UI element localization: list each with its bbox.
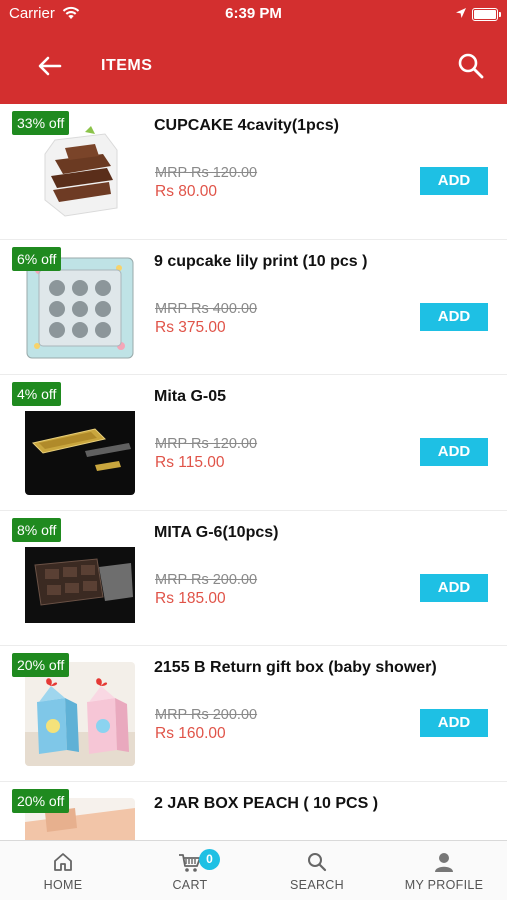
tab-home[interactable]: HOME	[0, 841, 126, 900]
product-name[interactable]: 2 JAR BOX PEACH ( 10 PCS )	[154, 795, 378, 813]
location-arrow-icon	[456, 8, 466, 18]
product-item[interactable]: 8% off MITA G-6(10pcs) MRP Rs 200.00 Rs …	[0, 511, 507, 647]
discount-badge: 8% off	[12, 517, 62, 542]
product-name[interactable]: 2155 B Return gift box (baby shower)	[154, 659, 437, 677]
product-image[interactable]	[25, 662, 135, 767]
status-bar: Carrier 6:39 PM	[0, 0, 507, 28]
cart-count-badge: 0	[199, 849, 220, 870]
product-price: Rs 185.00	[155, 589, 226, 607]
discount-badge: 20% off	[12, 653, 70, 678]
product-mrp: MRP Rs 120.00	[155, 436, 258, 453]
add-to-cart-button[interactable]: ADD	[420, 167, 488, 195]
product-item[interactable]: 4% off Mita G-05 MRP Rs 120.00 Rs 115.00…	[0, 375, 507, 511]
status-time: 6:39 PM	[225, 5, 282, 22]
product-price: Rs 80.00	[155, 183, 218, 200]
tab-search[interactable]: SEARCH	[254, 841, 380, 900]
discount-badge: 33% off	[12, 111, 70, 135]
discount-badge: 20% off	[12, 788, 70, 813]
product-item[interactable]: 20% off 2155 B Return gift box (baby sho…	[0, 646, 507, 782]
add-to-cart-button[interactable]: ADD	[420, 573, 488, 602]
product-item[interactable]: 6% off 9 cupcake lily print (10 pcs ) MR…	[0, 240, 507, 376]
product-name[interactable]: MITA G-6(10pcs)	[154, 524, 278, 542]
product-item[interactable]: 33% off CUPCAKE 4cavity(1pcs) MRP Rs 120…	[0, 104, 507, 240]
product-mrp: MRP Rs 200.00	[155, 707, 258, 724]
discount-badge: 4% off	[12, 382, 62, 407]
product-mrp: MRP Rs 200.00	[155, 571, 258, 588]
home-icon	[54, 853, 72, 871]
discount-badge: 6% off	[12, 246, 62, 271]
arrow-left-icon[interactable]	[36, 52, 64, 80]
profile-icon	[435, 853, 453, 872]
page-title: ITEMS	[101, 57, 153, 74]
battery-icon	[472, 8, 501, 21]
add-to-cart-button[interactable]: ADD	[420, 438, 488, 467]
product-list[interactable]: 33% off CUPCAKE 4cavity(1pcs) MRP Rs 120…	[0, 104, 507, 840]
product-name[interactable]: 9 cupcake lily print (10 pcs )	[154, 253, 367, 271]
product-image[interactable]	[25, 527, 135, 631]
tab-cart-label: CART	[172, 878, 208, 892]
tab-cart[interactable]: 0 CART	[127, 841, 253, 900]
product-price: Rs 375.00	[155, 318, 226, 336]
product-name[interactable]: CUPCAKE 4cavity(1pcs)	[154, 117, 339, 135]
product-item[interactable]: 20% off 2 JAR BOX PEACH ( 10 PCS )	[0, 782, 507, 840]
product-price: Rs 160.00	[155, 725, 226, 743]
product-name[interactable]: Mita G-05	[154, 388, 226, 406]
product-mrp: MRP Rs 400.00	[155, 300, 258, 317]
add-to-cart-button[interactable]: ADD	[420, 302, 488, 331]
tab-my-profile[interactable]: MY PROFILE	[381, 841, 507, 900]
product-image[interactable]	[25, 256, 135, 360]
bottom-tab-bar: HOME 0 CART SEARCH MY PROFILE	[0, 840, 507, 900]
tab-home-label: HOME	[43, 878, 83, 892]
tab-my-profile-label: MY PROFILE	[404, 878, 484, 892]
product-mrp: MRP Rs 120.00	[155, 165, 258, 181]
product-image[interactable]	[25, 120, 135, 224]
add-to-cart-button[interactable]: ADD	[420, 709, 488, 738]
app-bar: ITEMS	[0, 28, 507, 104]
tab-search-label: SEARCH	[290, 878, 344, 892]
product-image[interactable]	[25, 391, 135, 496]
search-icon	[308, 853, 327, 872]
product-price: Rs 115.00	[155, 454, 225, 472]
search-icon[interactable]	[457, 52, 485, 80]
